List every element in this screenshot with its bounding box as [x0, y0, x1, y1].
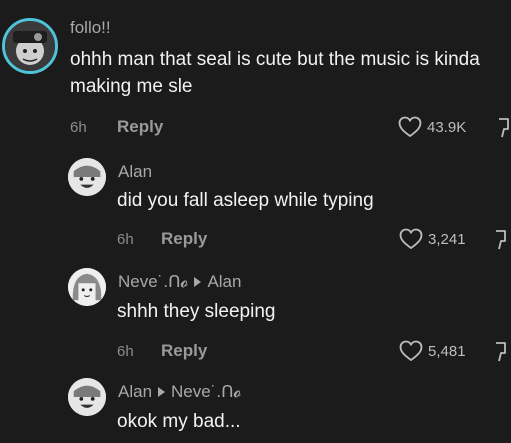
avatar-icon	[5, 21, 55, 71]
username: Neve˙.ᑎ𝓸 Alan	[118, 272, 241, 292]
username[interactable]: follo!!	[70, 18, 111, 38]
reply-arrow-icon	[158, 387, 166, 398]
timestamp: 6h	[117, 231, 134, 248]
username[interactable]: Alan	[118, 162, 152, 182]
reply-to-username[interactable]: Neve˙.ᑎ𝓸	[171, 382, 241, 401]
avatar[interactable]	[68, 378, 106, 416]
avatar[interactable]	[68, 158, 106, 196]
reply-comment: Neve˙.ᑎ𝓸 Alan shhh they sleeping 6h Reply…	[0, 260, 511, 370]
avatar[interactable]	[68, 268, 106, 306]
dislike-icon[interactable]	[494, 341, 508, 363]
heart-icon	[399, 228, 423, 250]
avatar-icon	[68, 158, 106, 196]
reply-to-username[interactable]: Alan	[207, 272, 241, 291]
username: Alan Neve˙.ᑎ𝓸	[118, 382, 241, 402]
avatar[interactable]	[2, 18, 58, 74]
like-count: 3,241	[428, 230, 466, 248]
comment-top-level: follo!! ohhh man that seal is cute but t…	[0, 0, 511, 150]
heart-icon	[398, 116, 422, 138]
heart-icon	[399, 340, 423, 362]
comment-text: shhh they sleeping	[117, 301, 276, 322]
reply-comment: Alan Neve˙.ᑎ𝓸 okok my bad...	[0, 370, 511, 443]
like-button[interactable]: 3,241	[399, 228, 466, 250]
reply-arrow-icon	[194, 277, 202, 288]
reply-comment: Alan did you fall asleep while typing 6h…	[0, 150, 511, 260]
username-link[interactable]: Neve˙.ᑎ𝓸	[118, 272, 188, 291]
like-count: 5,481	[428, 342, 466, 360]
reply-button[interactable]: Reply	[161, 341, 207, 361]
reply-button[interactable]: Reply	[161, 229, 207, 249]
like-button[interactable]: 5,481	[399, 340, 466, 362]
comment-text: okok my bad...	[117, 411, 241, 432]
like-button[interactable]: 43.9K	[398, 116, 466, 138]
dislike-icon[interactable]	[497, 117, 511, 139]
comment-text: ohhh man that seal is cute but the music…	[70, 49, 480, 97]
like-count: 43.9K	[427, 118, 467, 136]
timestamp: 6h	[117, 343, 134, 360]
avatar-icon	[68, 268, 106, 306]
reply-button[interactable]: Reply	[117, 117, 163, 137]
username-link[interactable]: Alan	[118, 382, 152, 401]
dislike-icon[interactable]	[494, 229, 508, 251]
timestamp: 6h	[70, 119, 87, 136]
comment-text: did you fall asleep while typing	[117, 190, 374, 211]
avatar-icon	[68, 378, 106, 416]
